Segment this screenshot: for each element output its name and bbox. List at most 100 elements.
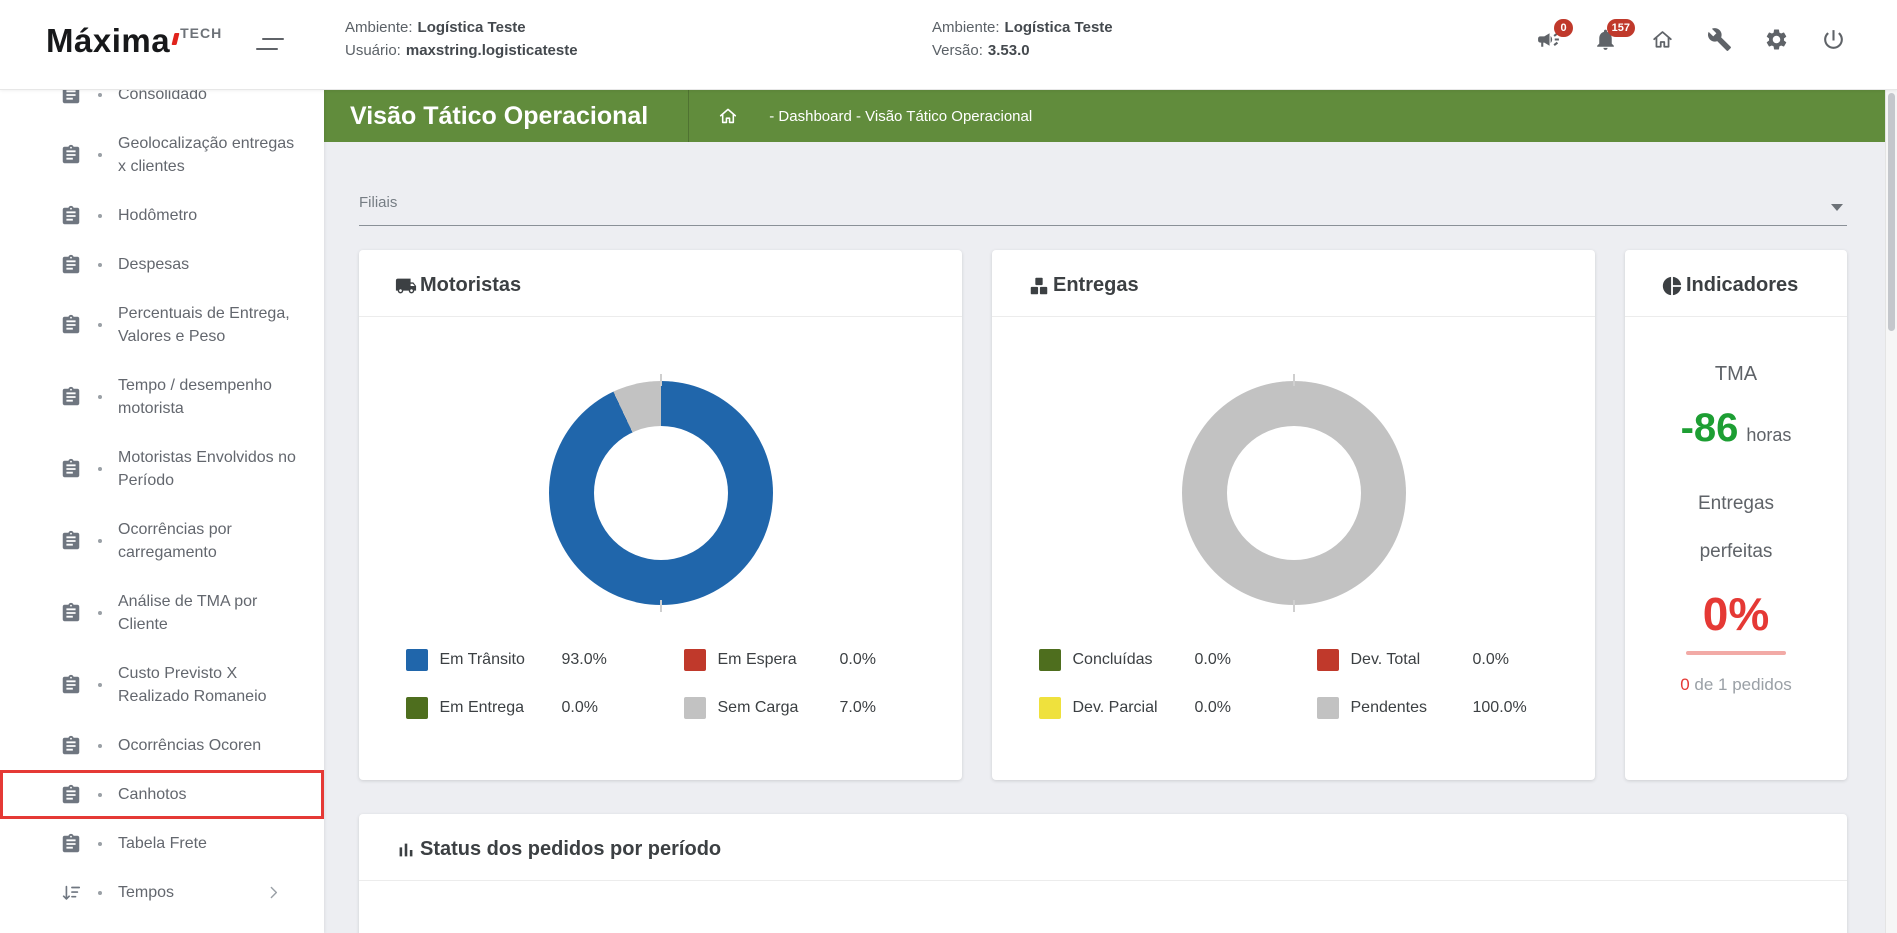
status-pedidos-title: Status dos pedidos por período [420, 838, 721, 861]
sidebar-item-hodometro[interactable]: Hodômetro [0, 191, 324, 240]
announcements-button[interactable]: 0 [1536, 27, 1562, 53]
chart-icon [395, 839, 417, 861]
motoristas-card-header: Motoristas [359, 250, 962, 317]
motoristas-card-title: Motoristas [420, 274, 521, 297]
sidebar-item-consolidado[interactable]: Consolidado [0, 90, 324, 119]
sidebar-item-cadastros[interactable]: Cadastros [0, 917, 324, 933]
sidebar-item-label: Tabela Frete [118, 832, 207, 855]
legend-item-em-espera[interactable]: Em Espera 0.0% [684, 649, 916, 671]
home-button[interactable] [1650, 27, 1676, 53]
motoristas-donut-chart[interactable] [549, 381, 773, 605]
menu-toggle-button[interactable] [252, 30, 288, 58]
tma-label: TMA [1625, 363, 1847, 386]
tools-button[interactable] [1707, 27, 1733, 53]
page-title: Visão Tático Operacional [324, 102, 674, 131]
entregas-donut-chart[interactable] [1182, 381, 1406, 605]
legend-item-pendentes[interactable]: Pendentes 100.0% [1317, 697, 1549, 719]
bullet-dot [98, 793, 102, 797]
sidebar-item-label: Tempo / desempenho motorista [118, 374, 296, 420]
sidebar-item-label: Hodômetro [118, 204, 197, 227]
indicadores-card-header: Indicadores [1625, 250, 1847, 317]
entregas-card-header: Entregas [992, 250, 1595, 317]
legend-item-em-entrega[interactable]: Em Entrega 0.0% [406, 697, 638, 719]
sidebar-item-canhotos[interactable]: Canhotos [0, 770, 324, 819]
sidebar-item-ocorrencias-ocoren[interactable]: Ocorrências Ocoren [0, 721, 324, 770]
sidebar-item-percentuais-entrega[interactable]: Percentuais de Entrega, Valores e Peso [0, 289, 324, 361]
sidebar-item-label: Despesas [118, 253, 189, 276]
breadcrumb-home-icon[interactable] [717, 105, 739, 127]
chart-tick [660, 600, 662, 612]
legend-item-dev-total[interactable]: Dev. Total 0.0% [1317, 649, 1549, 671]
clipboard-icon [60, 833, 82, 855]
header-divider [688, 90, 689, 142]
legend-item-sem-carga[interactable]: Sem Carga 7.0% [684, 697, 916, 719]
bullet-dot [98, 263, 102, 267]
legend-item-dev-parcial[interactable]: Dev. Parcial 0.0% [1039, 697, 1271, 719]
scrollbar-thumb[interactable] [1888, 93, 1895, 331]
sidebar-item-ocorrencias-carregamento[interactable]: Ocorrências por carregamento [0, 505, 324, 577]
sidebar-item-geolocalizacao[interactable]: Geolocalização entregas x clientes [0, 119, 324, 191]
usuario-value: maxstring.logisticateste [406, 42, 578, 59]
tma-value: -86horas [1625, 406, 1847, 451]
legend-value: 0.0% [1195, 651, 1231, 669]
legend-item-em-transito[interactable]: Em Trânsito 93.0% [406, 649, 638, 671]
legend-value: 0.0% [840, 651, 876, 669]
notifications-button[interactable]: 157 [1593, 27, 1619, 53]
status-pedidos-card: Status dos pedidos por período [359, 814, 1847, 933]
home-icon [1650, 27, 1675, 52]
ambiente-value: Logística Teste [418, 19, 526, 36]
notifications-badge: 157 [1607, 19, 1635, 37]
chart-tick [1293, 600, 1295, 612]
versao-value: 3.53.0 [988, 42, 1030, 59]
perfect-deliveries-line2: perfeitas [1625, 541, 1847, 563]
bullet-dot [98, 842, 102, 846]
breadcrumb: - Dashboard - Visão Tático Operacional [769, 108, 1032, 125]
legend-label: Pendentes [1351, 699, 1473, 717]
clipboard-icon [60, 254, 82, 276]
sidebar-item-tempos[interactable]: Tempos [0, 868, 324, 917]
bullet-dot [98, 611, 102, 615]
bullet-dot [98, 153, 102, 157]
legend-value: 0.0% [1195, 699, 1231, 717]
logout-button[interactable] [1821, 27, 1847, 53]
legend-value: 100.0% [1473, 699, 1527, 717]
legend-label: Em Entrega [440, 699, 562, 717]
maximatech-logo[interactable]: MáximaTECH [46, 22, 222, 63]
bullet-dot [98, 467, 102, 471]
legend-label: Dev. Total [1351, 651, 1473, 669]
legend-swatch [406, 649, 428, 671]
filiais-select[interactable]: Filiais [359, 194, 1847, 226]
hamburger-icon [252, 30, 288, 58]
sidebar-item-despesas[interactable]: Despesas [0, 240, 324, 289]
sidebar-item-label: Tempos [118, 881, 174, 904]
legend-swatch [1317, 649, 1339, 671]
entregas-card: Entregas Concluídas 0.0% [992, 250, 1595, 780]
legend-item-concluidas[interactable]: Concluídas 0.0% [1039, 649, 1271, 671]
bullet-dot [98, 93, 102, 97]
sidebar-item-label: Análise de TMA por Cliente [118, 590, 296, 636]
top-bar: MáximaTECH Ambiente:Logística Teste Usuá… [0, 0, 1897, 90]
sidebar-item-tabela-frete[interactable]: Tabela Frete [0, 819, 324, 868]
clipboard-icon [60, 735, 82, 757]
sidebar-item-tempo-desempenho[interactable]: Tempo / desempenho motorista [0, 361, 324, 433]
clipboard-icon [60, 314, 82, 336]
clipboard-icon [60, 205, 82, 227]
legend-value: 7.0% [840, 699, 876, 717]
clipboard-icon [60, 144, 82, 166]
logo-accent-mark [172, 33, 180, 45]
scrollbar[interactable] [1885, 90, 1897, 933]
legend-label: Em Espera [718, 651, 840, 669]
sidebar-item-analise-tma[interactable]: Análise de TMA por Cliente [0, 577, 324, 649]
legend-value: 93.0% [562, 651, 607, 669]
perfect-deliveries-detail: 0 de 1 pedidos [1625, 675, 1847, 695]
bullet-dot [98, 214, 102, 218]
settings-button[interactable] [1764, 27, 1790, 53]
sidebar-item-motoristas-envolvidos[interactable]: Motoristas Envolvidos no Período [0, 433, 324, 505]
detail-count: 0 [1680, 675, 1689, 694]
power-icon [1821, 27, 1846, 52]
legend-label: Concluídas [1073, 651, 1195, 669]
sidebar-item-custo-previsto[interactable]: Custo Previsto X Realizado Romaneio [0, 649, 324, 721]
bullet-dot [98, 323, 102, 327]
indicadores-card-title: Indicadores [1686, 274, 1798, 297]
sidebar-item-label: Ocorrências Ocoren [118, 734, 261, 757]
